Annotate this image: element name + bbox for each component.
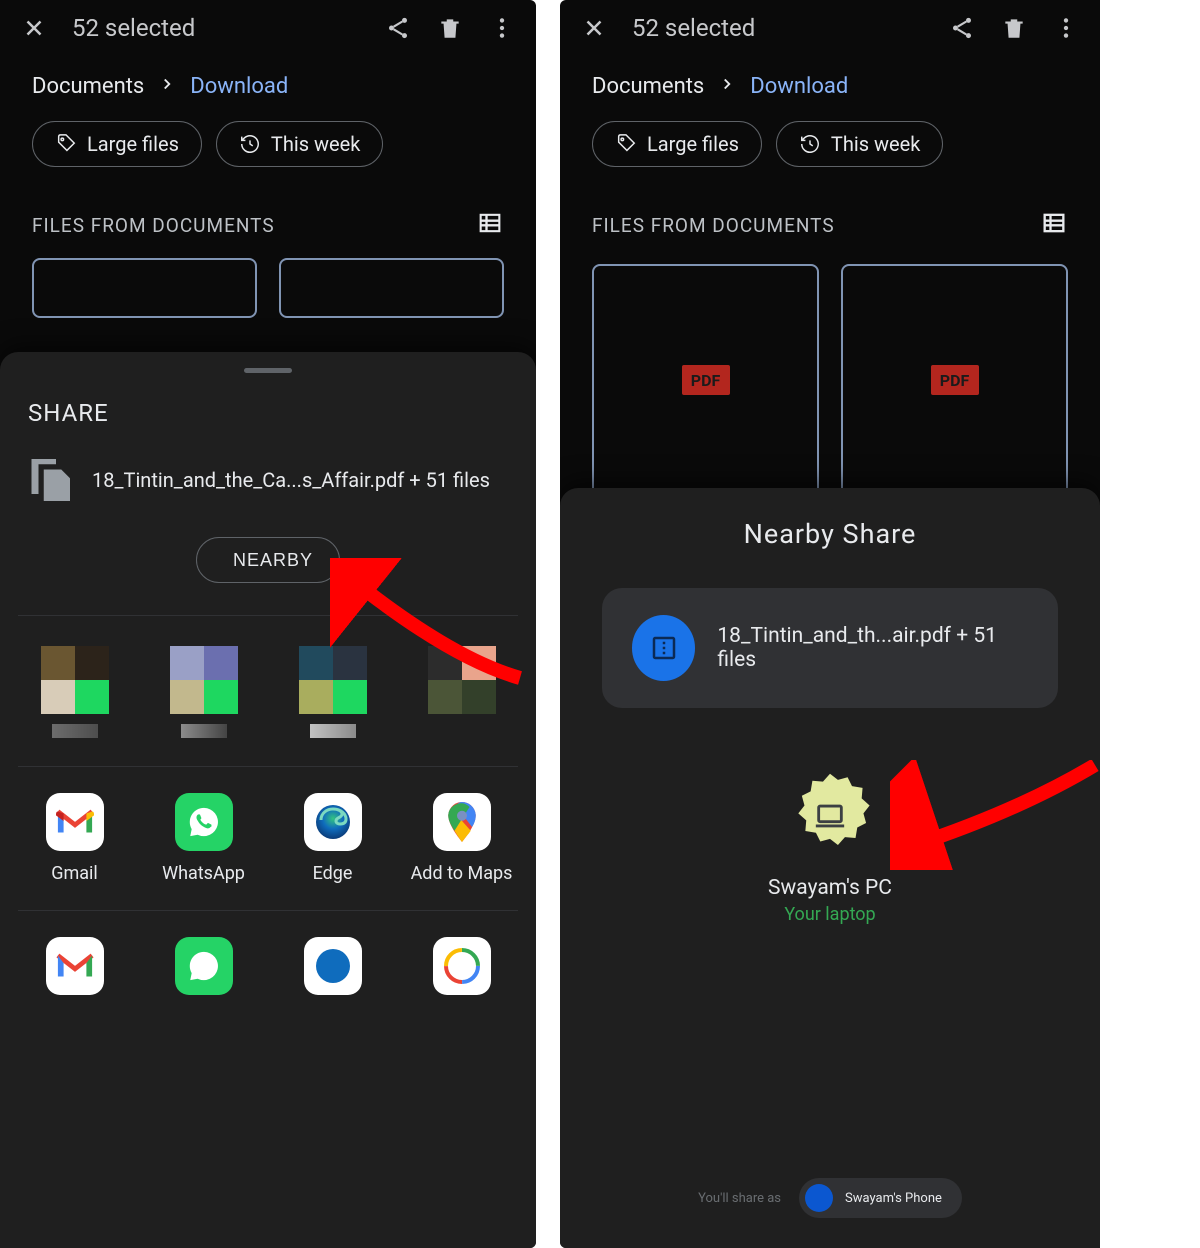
chevron-right-icon	[718, 74, 736, 99]
nearby-share-title: Nearby Share	[560, 518, 1100, 550]
app-label: Gmail	[51, 863, 98, 884]
app-edge[interactable]	[268, 921, 397, 995]
file-tile[interactable]	[279, 258, 504, 318]
pdf-badge: PDF	[931, 365, 979, 395]
laptop-icon	[813, 799, 847, 833]
nearby-button[interactable]: NEARBY	[196, 537, 340, 583]
share-icon[interactable]	[384, 14, 412, 42]
contacts-row	[0, 626, 536, 756]
apps-row-2	[0, 921, 536, 995]
selection-toolbar: 52 selected	[0, 0, 536, 56]
tag-icon	[615, 133, 637, 155]
sheet-grabber[interactable]	[244, 368, 292, 373]
close-icon[interactable]	[580, 14, 608, 42]
contact-item[interactable]	[397, 626, 526, 756]
breadcrumb-root[interactable]: Documents	[592, 74, 704, 99]
whatsapp-icon	[175, 937, 233, 995]
tag-icon	[55, 133, 77, 155]
device-subtitle: Your laptop	[720, 904, 940, 925]
contact-item[interactable]	[10, 626, 139, 756]
chevron-right-icon	[158, 74, 176, 99]
more-icon[interactable]	[1052, 14, 1080, 42]
more-icon[interactable]	[488, 14, 516, 42]
app-whatsapp[interactable]	[139, 921, 268, 995]
avatar	[805, 1184, 833, 1212]
app-label: WhatsApp	[162, 863, 245, 884]
breadcrumb-root[interactable]: Documents	[32, 74, 144, 99]
selection-toolbar: 52 selected	[560, 0, 1100, 56]
archive-icon	[632, 615, 695, 681]
maps-icon	[433, 793, 491, 851]
section-title: FILES FROM DOCUMENTS	[592, 214, 835, 237]
close-icon[interactable]	[20, 14, 48, 42]
selection-count: 52 selected	[632, 14, 755, 42]
copy-file-icon	[28, 455, 70, 505]
app-gmail[interactable]	[10, 921, 139, 995]
pdf-badge: PDF	[682, 365, 730, 395]
share-icon[interactable]	[948, 14, 976, 42]
app-whatsapp[interactable]: WhatsApp	[139, 777, 268, 900]
app-gmail[interactable]: Gmail	[10, 777, 139, 900]
app-label: Edge	[313, 863, 353, 884]
whatsapp-icon	[175, 793, 233, 851]
file-tile[interactable]: PDF	[592, 264, 819, 496]
gmail-icon	[46, 937, 104, 995]
file-tile[interactable]: PDF	[841, 264, 1068, 496]
apps-row-1: Gmail WhatsApp	[0, 777, 536, 900]
section-title: FILES FROM DOCUMENTS	[32, 214, 275, 237]
view-list-icon[interactable]	[1040, 209, 1068, 242]
nearby-file-card: 18_Tintin_and_th...air.pdf + 51 files	[602, 588, 1058, 708]
edge-icon	[304, 793, 362, 851]
delete-icon[interactable]	[1000, 14, 1028, 42]
app-add-to-maps[interactable]: Add to Maps	[397, 777, 526, 900]
history-icon	[799, 133, 821, 155]
chip-this-week[interactable]: This week	[216, 121, 383, 167]
gmail-icon	[46, 793, 104, 851]
app-edge[interactable]: Edge	[268, 777, 397, 900]
nearby-file-summary: 18_Tintin_and_th...air.pdf + 51 files	[717, 624, 1028, 672]
share-sheet: SHARE 18_Tintin_and_the_Ca...s_Affair.pd…	[0, 352, 536, 1248]
share-as-pill[interactable]: Swayam's Phone	[799, 1178, 962, 1218]
contact-item[interactable]	[268, 626, 397, 756]
delete-icon[interactable]	[436, 14, 464, 42]
chip-label: This week	[271, 132, 360, 156]
share-file-summary: 18_Tintin_and_the_Ca...s_Affair.pdf + 51…	[92, 468, 490, 492]
share-title: SHARE	[0, 399, 536, 427]
file-tile[interactable]	[32, 258, 257, 318]
nearby-button-label: NEARBY	[233, 550, 313, 571]
breadcrumb-current[interactable]: Download	[190, 74, 288, 99]
breadcrumb-current[interactable]: Download	[750, 74, 848, 99]
app-google[interactable]	[397, 921, 526, 995]
chip-label: Large files	[87, 132, 179, 156]
app-label: Add to Maps	[411, 863, 513, 884]
contact-item[interactable]	[139, 626, 268, 756]
screenshot-left: 52 selected Documents Download Large fil…	[0, 0, 536, 1248]
screenshot-right: 52 selected Documents Download Large fil…	[560, 0, 1100, 1248]
chip-this-week[interactable]: This week	[776, 121, 943, 167]
google-icon	[433, 937, 491, 995]
share-as-name: Swayam's Phone	[845, 1191, 942, 1206]
nearby-share-sheet: Nearby Share 18_Tintin_and_th...air.pdf …	[560, 488, 1100, 1248]
chip-label: This week	[831, 132, 920, 156]
history-icon	[239, 133, 261, 155]
selection-count: 52 selected	[72, 14, 195, 42]
edge-icon	[304, 937, 362, 995]
breadcrumb: Documents Download	[560, 56, 1100, 99]
chip-large-files[interactable]: Large files	[32, 121, 202, 167]
chip-label: Large files	[647, 132, 739, 156]
device-name: Swayam's PC	[720, 876, 940, 900]
breadcrumb: Documents Download	[0, 56, 536, 99]
chip-large-files[interactable]: Large files	[592, 121, 762, 167]
nearby-device[interactable]: Swayam's PC Your laptop	[720, 772, 940, 925]
share-as-label: You'll share as	[698, 1191, 781, 1206]
share-as-bar: You'll share as Swayam's Phone	[560, 1178, 1100, 1218]
